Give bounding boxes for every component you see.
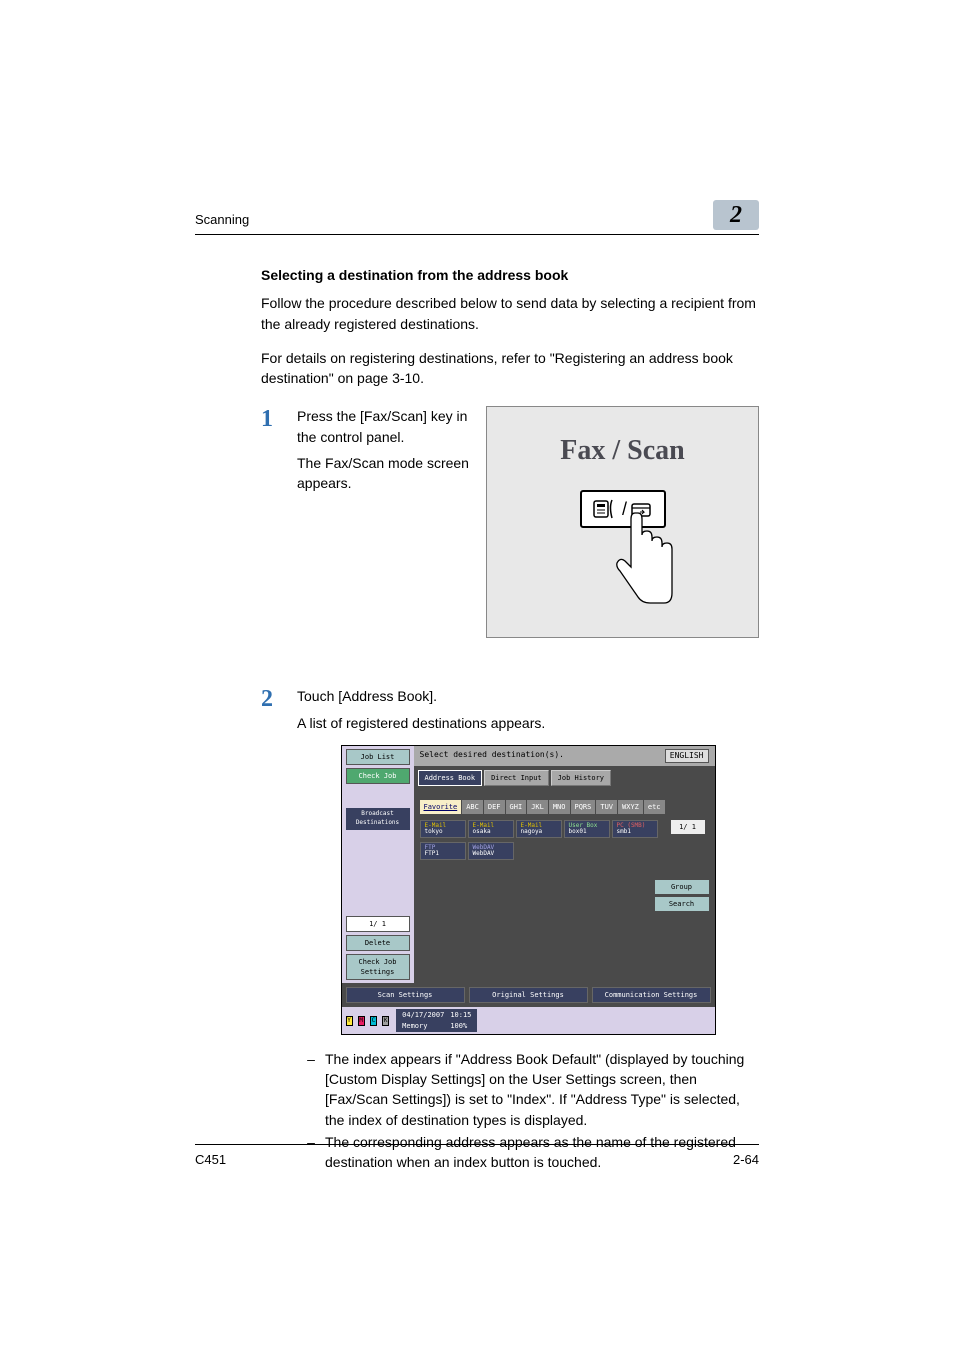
toner-y-icon: Y: [346, 1016, 353, 1026]
section-title: Selecting a destination from the address…: [261, 265, 759, 285]
status-memory-label: Memory: [402, 1022, 427, 1030]
status-memory-value: 100%: [450, 1022, 467, 1030]
status-date: 04/17/2007: [402, 1011, 444, 1019]
step-2: 2 Touch [Address Book]. A list of regist…: [261, 682, 759, 1174]
screenshot-title: Select desired destination(s).: [420, 749, 565, 763]
chapter-badge: 2: [713, 200, 759, 230]
index-favorite[interactable]: Favorite: [420, 800, 462, 814]
step-2-line-2: A list of registered destinations appear…: [297, 713, 759, 733]
intro-paragraph-1: Follow the procedure described below to …: [261, 293, 759, 334]
fax-scan-illustration: Fax / Scan /: [486, 406, 759, 638]
dest-osaka[interactable]: E-Mailosaka: [468, 820, 514, 838]
chapter-number: 2: [730, 198, 742, 233]
index-mno[interactable]: MNO: [549, 800, 570, 814]
footer-page: 2-64: [733, 1151, 759, 1170]
index-wxyz[interactable]: WXYZ: [618, 800, 643, 814]
communication-settings-button[interactable]: Communication Settings: [592, 987, 711, 1003]
scan-settings-button[interactable]: Scan Settings: [346, 987, 465, 1003]
screenshot-left-column: Job List Check Job Broadcast Destination…: [342, 746, 414, 983]
dest-tokyo[interactable]: E-Mailtokyo: [420, 820, 466, 838]
bullet-1-text: The index appears if "Address Book Defau…: [325, 1049, 759, 1130]
step-2-number: 2: [261, 682, 297, 717]
step-1-line-1: Press the [Fax/Scan] key in the control …: [297, 406, 472, 447]
left-page-indicator: 1/ 1: [346, 916, 410, 932]
fax-scan-screenshot: Job List Check Job Broadcast Destination…: [341, 745, 716, 1035]
tab-direct-input[interactable]: Direct Input: [484, 770, 549, 786]
group-button[interactable]: Group: [655, 880, 709, 894]
index-tuv[interactable]: TUV: [596, 800, 617, 814]
step-2-line-1: Touch [Address Book].: [297, 686, 759, 706]
toner-c-icon: C: [370, 1016, 377, 1026]
index-def[interactable]: DEF: [484, 800, 505, 814]
footer-model: C451: [195, 1151, 226, 1170]
toner-k-icon: K: [382, 1016, 389, 1026]
tab-address-book[interactable]: Address Book: [418, 770, 483, 786]
bullet-1: – The index appears if "Address Book Def…: [297, 1049, 759, 1130]
page-header: Scanning 2: [195, 200, 759, 235]
broadcast-dest-label: Broadcast Destinations: [346, 808, 410, 829]
index-pqrs[interactable]: PQRS: [571, 800, 596, 814]
index-jkl[interactable]: JKL: [527, 800, 548, 814]
section-name: Scanning: [195, 211, 249, 230]
delete-button[interactable]: Delete: [346, 935, 410, 951]
index-abc[interactable]: ABC: [462, 800, 483, 814]
original-settings-button[interactable]: Original Settings: [469, 987, 588, 1003]
index-etc[interactable]: etc: [644, 800, 665, 814]
toner-m-icon: M: [358, 1016, 365, 1026]
step-1: 1 Press the [Fax/Scan] key in the contro…: [261, 402, 759, 638]
screenshot-status-bar: Y M C K 04/17/2007 Memory 10:15: [342, 1007, 715, 1033]
search-button[interactable]: Search: [655, 897, 709, 911]
dest-webdav[interactable]: WebDAVWebDAV: [468, 842, 514, 860]
check-job-button[interactable]: Check Job: [346, 768, 410, 784]
check-job-settings-button[interactable]: Check Job Settings: [346, 954, 410, 980]
fax-scan-label: Fax / Scan: [560, 431, 684, 472]
step-1-number: 1: [261, 402, 297, 437]
hand-pointer-icon: [615, 507, 685, 627]
dest-smb1[interactable]: PC (SMB)smb1: [612, 820, 658, 838]
dest-page-indicator: 1/ 1: [671, 820, 705, 834]
dest-nagoya[interactable]: E-Mailnagoya: [516, 820, 562, 838]
page-footer: C451 2-64: [195, 1144, 759, 1170]
status-time: 10:15: [450, 1011, 471, 1019]
intro-paragraph-2: For details on registering destinations,…: [261, 348, 759, 389]
tab-job-history[interactable]: Job History: [551, 770, 611, 786]
job-list-button[interactable]: Job List: [346, 749, 410, 765]
dash-icon: –: [297, 1049, 325, 1130]
dest-ftp1[interactable]: FTPFTP1: [420, 842, 466, 860]
dest-box01[interactable]: User Boxbox01: [564, 820, 610, 838]
index-ghi[interactable]: GHI: [506, 800, 527, 814]
language-badge[interactable]: ENGLISH: [665, 749, 709, 763]
step-1-line-2: The Fax/Scan mode screen appears.: [297, 453, 472, 494]
